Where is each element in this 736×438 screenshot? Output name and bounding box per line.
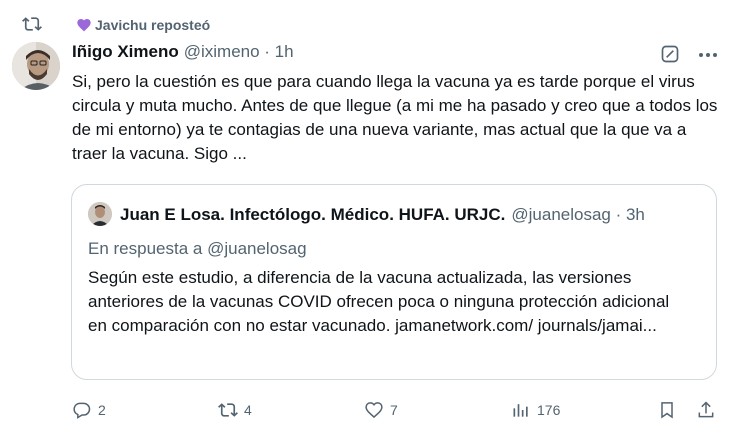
like-icon: [365, 402, 383, 419]
tweet-header: Iñigo Ximeno @iximeno · 1h: [72, 42, 294, 64]
quote-author-name: Juan E Losa. Infectólogo. Médico. HUFA. …: [120, 205, 506, 224]
avatar[interactable]: [12, 42, 60, 90]
quote-reply-to: En respuesta a @juanelosag: [88, 239, 307, 258]
reply-count: 2: [98, 402, 106, 418]
repost-icon: [22, 17, 42, 31]
views-count: 176: [537, 402, 561, 418]
quote-text: Según este estudio, a diferencia de la v…: [88, 268, 670, 335]
grok-icon[interactable]: [660, 44, 680, 64]
purple-heart-icon: [77, 19, 91, 32]
repost-banner[interactable]: Javichu reposteó: [52, 14, 210, 36]
tweet-text: Si, pero la cuestión es que para cuando …: [72, 72, 718, 163]
views-button[interactable]: 176: [511, 396, 560, 424]
like-button[interactable]: 7: [364, 396, 398, 424]
action-bar: 2 4 7 176: [0, 396, 736, 424]
share-icon: [698, 401, 714, 418]
quote-avatar: [88, 202, 112, 226]
bookmark-button[interactable]: [657, 396, 677, 424]
reply-button[interactable]: 2: [72, 396, 106, 424]
views-icon: [513, 404, 528, 417]
like-count: 7: [390, 402, 398, 418]
retweet-count: 4: [244, 402, 252, 418]
avatar-image: [12, 42, 60, 90]
author-handle-time[interactable]: @iximeno · 1h: [184, 42, 294, 62]
quote-author-handle-time: @juanelosag · 3h: [511, 205, 645, 224]
repost-label: Javichu reposteó: [95, 17, 211, 33]
retweet-icon: [218, 403, 238, 417]
bookmark-icon: [661, 402, 673, 419]
quote-header: Juan E Losa. Infectólogo. Médico. HUFA. …: [120, 205, 645, 225]
more-icon[interactable]: [696, 46, 720, 64]
reply-icon: [73, 402, 91, 419]
share-button[interactable]: [696, 396, 716, 424]
retweet-button[interactable]: 4: [218, 396, 252, 424]
author-name[interactable]: Iñigo Ximeno: [72, 42, 179, 62]
quoted-tweet[interactable]: Juan E Losa. Infectólogo. Médico. HUFA. …: [71, 184, 717, 380]
quote-avatar-image: [88, 202, 112, 226]
